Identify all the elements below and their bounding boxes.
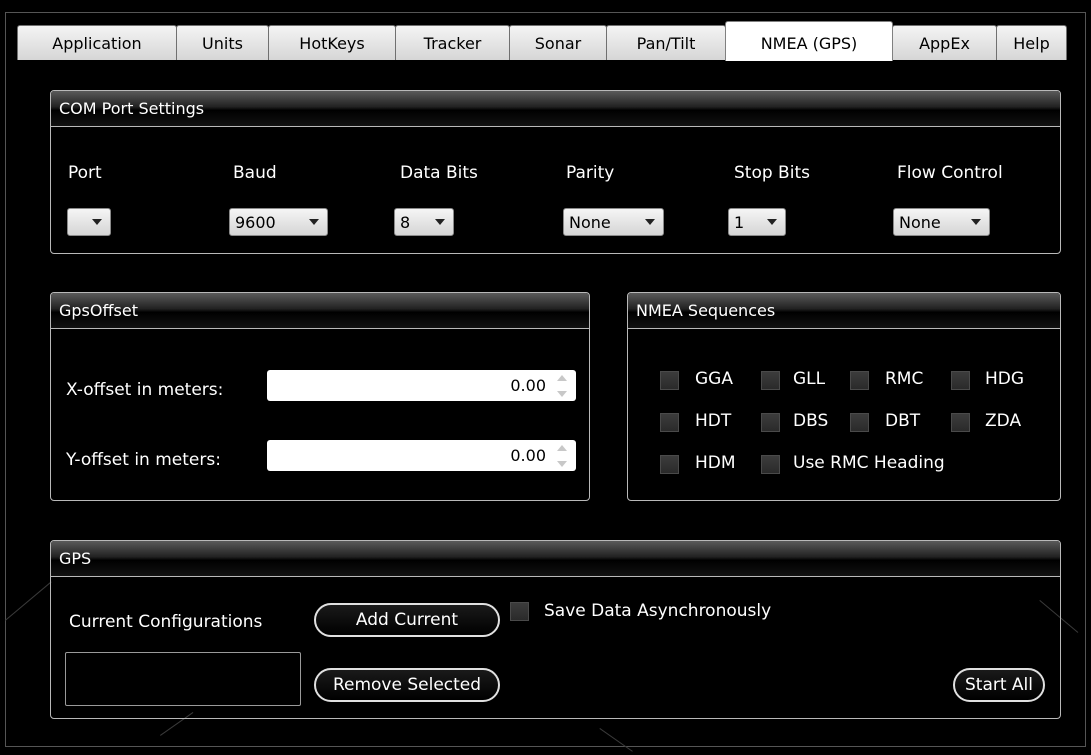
gga-label: GGA: [695, 369, 733, 389]
nmea-sequences-title: NMEA Sequences: [628, 293, 1060, 329]
tab-nmea-gps[interactable]: NMEA (GPS): [725, 21, 893, 61]
stop-bits-value: 1: [734, 213, 745, 232]
chevron-down-icon: [971, 219, 981, 225]
tab-hotkeys[interactable]: HotKeys: [268, 25, 396, 60]
y-offset-label: Y-offset in meters:: [66, 450, 221, 470]
x-offset-value: 0.00: [510, 376, 546, 395]
tab-tracker[interactable]: Tracker: [395, 25, 510, 60]
flow-control-dropdown[interactable]: None: [893, 208, 990, 236]
parity-dropdown[interactable]: None: [563, 208, 664, 236]
baud-label: Baud: [233, 163, 277, 183]
tab-application[interactable]: Application: [17, 25, 177, 60]
use-rmc-heading-label: Use RMC Heading: [793, 453, 945, 473]
tab-units[interactable]: Units: [176, 25, 269, 60]
save-async-checkbox[interactable]: [510, 602, 529, 621]
dbs-label: DBS: [793, 411, 829, 431]
gga-checkbox[interactable]: [660, 371, 679, 390]
hdg-label: HDG: [985, 369, 1025, 389]
dbs-checkbox[interactable]: [761, 413, 780, 432]
nmea-sequences-group: NMEA Sequences GGA GLL RMC HDG HDT DBS D…: [627, 292, 1061, 501]
configurations-list[interactable]: [65, 652, 301, 706]
dbt-checkbox[interactable]: [850, 413, 869, 432]
hdt-label: HDT: [695, 411, 732, 431]
parity-value: None: [569, 213, 611, 232]
hdg-checkbox[interactable]: [951, 371, 970, 390]
com-port-settings-title: COM Port Settings: [51, 91, 1060, 127]
port-label: Port: [68, 163, 102, 183]
flow-control-label: Flow Control: [897, 163, 1003, 183]
gps-offset-title: GpsOffset: [51, 293, 589, 329]
spinner-arrows-icon[interactable]: [556, 375, 568, 397]
parity-label: Parity: [566, 163, 615, 183]
baud-value: 9600: [235, 213, 276, 232]
save-async-label: Save Data Asynchronously: [544, 601, 772, 621]
gps-offset-group: GpsOffset X-offset in meters: 0.00 Y-off…: [50, 292, 590, 501]
gps-group: GPS Current Configurations Add Current R…: [50, 540, 1061, 719]
dbt-label: DBT: [885, 411, 921, 431]
data-bits-label: Data Bits: [400, 163, 478, 183]
rmc-checkbox[interactable]: [850, 371, 869, 390]
x-offset-input[interactable]: 0.00: [267, 370, 576, 401]
data-bits-dropdown[interactable]: 8: [394, 208, 454, 236]
hdm-label: HDM: [695, 453, 736, 473]
tab-appex[interactable]: AppEx: [892, 25, 997, 60]
chevron-down-icon: [435, 219, 445, 225]
start-all-button[interactable]: Start All: [953, 668, 1045, 702]
baud-dropdown[interactable]: 9600: [229, 208, 328, 236]
tab-sonar[interactable]: Sonar: [509, 25, 607, 60]
stop-bits-dropdown[interactable]: 1: [728, 208, 786, 236]
zda-label: ZDA: [985, 411, 1022, 431]
flow-control-value: None: [899, 213, 941, 232]
hdt-checkbox[interactable]: [660, 413, 679, 432]
y-offset-value: 0.00: [510, 446, 546, 465]
gll-checkbox[interactable]: [761, 371, 780, 390]
current-configurations-label: Current Configurations: [69, 612, 263, 632]
tab-help[interactable]: Help: [996, 25, 1067, 60]
hdm-checkbox[interactable]: [660, 455, 679, 474]
rmc-label: RMC: [885, 369, 924, 389]
y-offset-input[interactable]: 0.00: [267, 440, 576, 471]
use-rmc-heading-checkbox[interactable]: [761, 455, 780, 474]
tab-pan-tilt[interactable]: Pan/Tilt: [606, 25, 726, 60]
chevron-down-icon: [767, 219, 777, 225]
com-port-settings-group: COM Port Settings Port Baud Data Bits Pa…: [50, 90, 1061, 254]
gps-title: GPS: [51, 541, 1060, 577]
spinner-arrows-icon[interactable]: [556, 445, 568, 467]
gll-label: GLL: [793, 369, 826, 389]
chevron-down-icon: [309, 219, 319, 225]
add-current-button[interactable]: Add Current: [314, 603, 500, 637]
remove-selected-button[interactable]: Remove Selected: [314, 668, 500, 702]
chevron-down-icon: [92, 219, 102, 225]
chevron-down-icon: [645, 219, 655, 225]
port-dropdown[interactable]: [67, 208, 111, 236]
x-offset-label: X-offset in meters:: [66, 380, 224, 400]
stop-bits-label: Stop Bits: [734, 163, 810, 183]
zda-checkbox[interactable]: [951, 413, 970, 432]
data-bits-value: 8: [400, 213, 411, 232]
